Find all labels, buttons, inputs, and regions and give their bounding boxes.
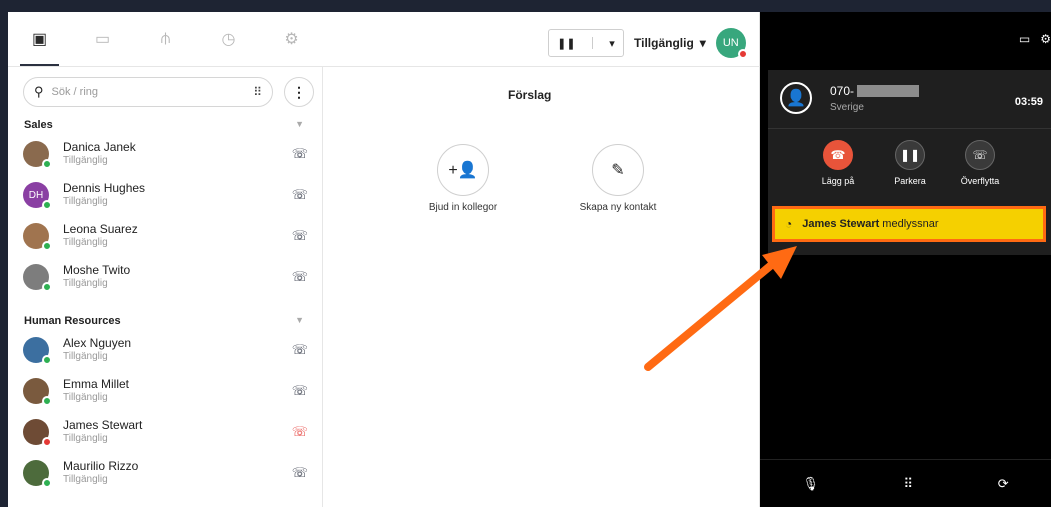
avatar	[23, 223, 52, 251]
hangup-button[interactable]: ☎ Lägg på	[808, 140, 868, 186]
avatar	[23, 264, 52, 292]
status-label: Tillgänglig	[634, 36, 694, 50]
contact-row[interactable]: Maurilio Rizzo Tillgänglig ☏	[23, 454, 318, 492]
page-title: Förslag	[508, 88, 552, 102]
avatar	[23, 419, 52, 447]
history-icon: ◷	[221, 31, 236, 48]
contact-row[interactable]: DH Dennis Hughes Tillgänglig ☏	[23, 176, 318, 214]
search-input[interactable]: ⚲ Sök / ring ⠿	[23, 77, 273, 107]
user-avatar[interactable]: UN	[715, 28, 748, 59]
avatar	[23, 141, 52, 169]
settings-icon[interactable]: ⚙	[1040, 32, 1051, 46]
chat-icon: ▭	[94, 31, 111, 48]
invite-colleagues-button[interactable]: +👤 Bjud in kollegor	[398, 144, 528, 213]
org-chart-icon: ⫛	[160, 30, 171, 47]
pause-toggle[interactable]: ❚❚ ▾	[548, 29, 624, 57]
group-header-sales[interactable]: Sales ▼	[24, 119, 304, 131]
contact-row[interactable]: Moshe Twito Tillgänglig ☏	[23, 258, 318, 296]
contacts-icon: ▣	[31, 31, 48, 48]
header-controls: ❚❚ ▾ Tillgänglig ▾ UN	[548, 28, 748, 59]
microphone-icon[interactable]: 🎙	[802, 476, 819, 492]
transfer-button[interactable]: ☏ Överflytta	[950, 140, 1010, 186]
contact-row[interactable]: Leona Suarez Tillgänglig ☏	[23, 217, 318, 255]
tab-settings[interactable]: ⚙	[260, 12, 323, 66]
call-transfer-icon[interactable]: ☏	[292, 187, 308, 203]
caller-number: 070-	[830, 84, 920, 98]
avatar	[23, 378, 52, 406]
screenshot-frame: ▣ ▭ ⫛ ◷ ⚙ ❚❚ ▾ Tillgänglig ▾ UN ⚲ Sök / …	[0, 0, 1051, 507]
redacted-number	[857, 85, 920, 97]
search-placeholder: Sök / ring	[51, 86, 98, 98]
chevron-down-icon: ▾	[699, 36, 706, 50]
group-header-hr[interactable]: Human Resources ▼	[24, 315, 304, 327]
contact-row[interactable]: James Stewart Tillgänglig ☏	[23, 413, 318, 451]
call-transfer-icon[interactable]: ☏	[292, 465, 308, 481]
add-user-icon: +👤	[437, 144, 489, 196]
dialpad-icon[interactable]: ⠿	[904, 476, 914, 492]
listener-banner: ◔ James Stewart medlyssnar	[772, 206, 1046, 242]
pause-icon: ❚❚	[895, 140, 925, 170]
contact-row[interactable]: Danica Janek Tillgänglig ☏	[23, 135, 318, 173]
tab-chat[interactable]: ▭	[71, 12, 134, 66]
pause-icon: ❚❚	[557, 37, 576, 50]
window-top-border	[0, 0, 1051, 12]
tab-org[interactable]: ⫛	[134, 12, 197, 66]
more-options-button[interactable]: ⋮	[284, 77, 314, 107]
tab-contacts[interactable]: ▣	[8, 12, 71, 66]
call-timer: 03:59	[1014, 96, 1043, 108]
hangup-icon: ☎	[823, 140, 853, 170]
contact-row[interactable]: Emma Millet Tillgänglig ☏	[23, 372, 318, 410]
avatar	[23, 460, 52, 488]
call-transfer-icon[interactable]: ☏	[292, 146, 308, 162]
caller-avatar-icon: 👤	[780, 82, 812, 114]
avatar: DH	[23, 182, 52, 210]
minimize-icon[interactable]: ▭	[1019, 32, 1030, 46]
chevron-down-icon: ▾	[609, 37, 615, 50]
window-left-border	[0, 12, 8, 507]
settings-icon: ⚙	[284, 31, 299, 48]
swap-icon[interactable]: ⟳	[998, 476, 1009, 492]
dialpad-icon[interactable]: ⠿	[253, 85, 262, 99]
transfer-icon: ☏	[965, 140, 995, 170]
app-main: ▣ ▭ ⫛ ◷ ⚙ ❚❚ ▾ Tillgänglig ▾ UN ⚲ Sök / …	[8, 12, 760, 507]
call-panel: ▭ ⚙ 👤 070- Sverige 03:59 ☎ Lägg på ❚❚ Pa…	[760, 12, 1051, 507]
call-transfer-icon[interactable]: ☏	[292, 342, 308, 358]
caller-country: Sverige	[830, 102, 864, 113]
call-toolbar: 🎙 ⠿ ⟳	[760, 459, 1051, 507]
chevron-down-icon: ▼	[295, 315, 304, 325]
park-button[interactable]: ❚❚ Parkera	[880, 140, 940, 186]
create-contact-button[interactable]: ✎ Skapa ny kontakt	[553, 144, 683, 213]
pencil-icon: ✎	[592, 144, 644, 196]
call-transfer-icon[interactable]: ☏	[292, 424, 308, 440]
ear-icon: ◔	[785, 217, 793, 231]
avatar	[23, 337, 52, 365]
contact-row[interactable]: Alex Nguyen Tillgänglig ☏	[23, 331, 318, 369]
call-transfer-icon[interactable]: ☏	[292, 269, 308, 285]
tab-history[interactable]: ◷	[197, 12, 260, 66]
search-icon: ⚲	[34, 84, 44, 99]
call-transfer-icon[interactable]: ☏	[292, 228, 308, 244]
user-status-dot	[737, 49, 748, 59]
status-dropdown[interactable]: Tillgänglig ▾	[634, 36, 706, 50]
contacts-sidebar: ⚲ Sök / ring ⠿ ⋮ Sales ▼ Danica Janek Till…	[8, 67, 323, 507]
chevron-down-icon: ▼	[295, 119, 304, 129]
nav-tabs: ▣ ▭ ⫛ ◷ ⚙	[8, 12, 323, 66]
call-transfer-icon[interactable]: ☏	[292, 383, 308, 399]
